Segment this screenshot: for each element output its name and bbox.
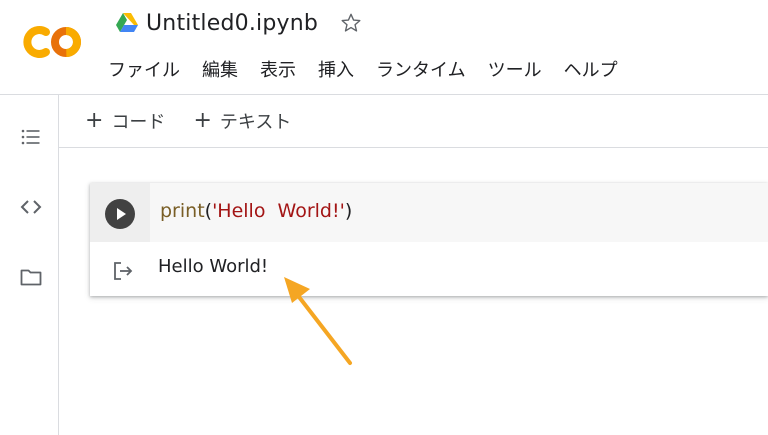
output-redirect-icon[interactable] (112, 260, 134, 282)
cell-output: Hello World! (90, 242, 768, 296)
star-icon[interactable] (340, 12, 362, 34)
add-code-label: コード (111, 112, 166, 133)
code-snippets-icon[interactable] (19, 195, 43, 219)
cell-gutter (90, 183, 150, 242)
add-code-button[interactable]: + コード (85, 108, 165, 134)
run-icon[interactable] (105, 199, 135, 229)
toolbar: + コード + テキスト (59, 95, 768, 148)
menu-insert[interactable]: 挿入 (318, 56, 354, 82)
plus-icon: + (193, 108, 212, 133)
add-text-button[interactable]: + テキスト (193, 108, 291, 134)
code-string: 'Hello World!' (212, 200, 345, 222)
code-cell[interactable]: print('Hello World!') Hello World! (90, 183, 768, 296)
colab-logo[interactable] (22, 22, 84, 62)
menu-file[interactable]: ファイル (108, 56, 180, 82)
title-row: Untitled0.ipynb (116, 8, 362, 38)
menu-bar: ファイル 編集 表示 挿入 ランタイム ツール ヘルプ (108, 56, 640, 82)
code-function: print (160, 200, 205, 222)
code-line: print('Hello World!') (160, 200, 352, 222)
table-of-contents-icon[interactable] (19, 125, 43, 149)
output-text: Hello World! (158, 256, 269, 277)
menu-view[interactable]: 表示 (260, 56, 296, 82)
menu-edit[interactable]: 編集 (202, 56, 238, 82)
add-text-label: テキスト (219, 112, 292, 133)
code-editor[interactable]: print('Hello World!') (150, 183, 768, 242)
drive-icon (116, 13, 138, 32)
folder-icon[interactable] (19, 265, 43, 289)
notebook-title[interactable]: Untitled0.ipynb (146, 11, 318, 36)
header: Untitled0.ipynb ファイル 編集 表示 挿入 ランタイム ツール … (0, 0, 768, 95)
code-paren-open: ( (204, 200, 213, 222)
menu-runtime[interactable]: ランタイム (376, 56, 466, 82)
plus-icon: + (85, 108, 104, 133)
sidebar (0, 95, 59, 435)
menu-help[interactable]: ヘルプ (564, 56, 618, 82)
code-paren-close: ) (344, 200, 353, 222)
menu-tools[interactable]: ツール (488, 56, 542, 82)
